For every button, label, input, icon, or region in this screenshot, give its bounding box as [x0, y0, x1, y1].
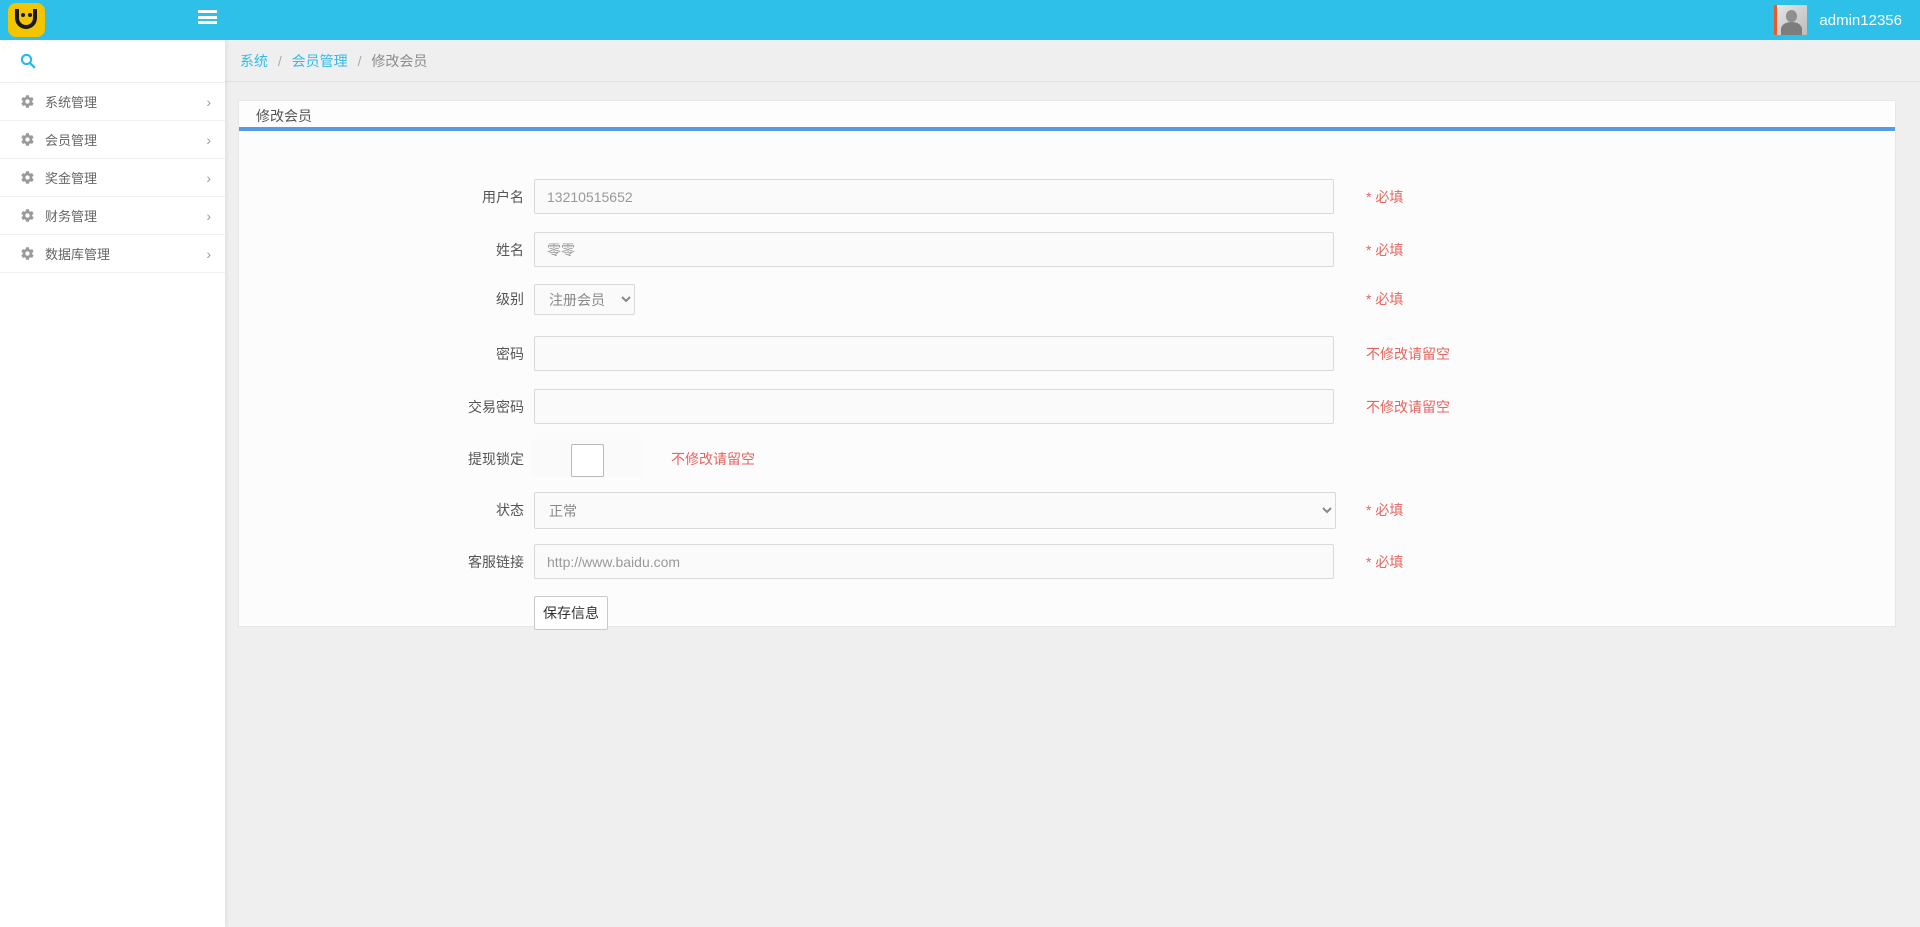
level-label: 级别	[239, 284, 524, 315]
sidebar-toggle-hamburger-icon[interactable]	[195, 10, 219, 30]
gear-icon	[20, 170, 35, 185]
sidebar-item-label: 财务管理	[45, 206, 206, 225]
sidebar-item-system-mgmt[interactable]: 系统管理 ›	[0, 83, 225, 121]
status-required-hint: * 必填	[1366, 492, 1403, 529]
password-hint: 不修改请留空	[1366, 336, 1450, 373]
sidebar-item-member-mgmt[interactable]: 会员管理 ›	[0, 121, 225, 159]
gear-icon	[20, 132, 35, 147]
edit-member-form: 用户名 * 必填 姓名 * 必填 级别 注册会员 * 必填 密码 不修改请留空 …	[239, 131, 1895, 623]
realname-input[interactable]	[534, 232, 1334, 267]
breadcrumb-separator: /	[278, 53, 282, 69]
save-button[interactable]: 保存信息	[534, 596, 608, 630]
withdraw-lock-label: 提现锁定	[239, 441, 524, 477]
level-select[interactable]: 注册会员	[534, 284, 635, 315]
level-required-hint: * 必填	[1366, 284, 1403, 315]
breadcrumb-separator: /	[358, 53, 362, 69]
service-link-label: 客服链接	[239, 544, 524, 581]
topbar: admin12356	[0, 0, 1920, 40]
trade-password-hint: 不修改请留空	[1366, 389, 1450, 426]
admin-app: admin12356 系统管理 › 会员管理 › 奖金管理 › 财务管理	[0, 0, 1920, 927]
sidebar-item-database-mgmt[interactable]: 数据库管理 ›	[0, 235, 225, 273]
chevron-right-icon: ›	[206, 171, 211, 185]
sidebar: 系统管理 › 会员管理 › 奖金管理 › 财务管理 › 数据库管理 ›	[0, 40, 225, 927]
chevron-right-icon: ›	[206, 95, 211, 109]
withdraw-lock-field	[531, 439, 644, 478]
realname-label: 姓名	[239, 232, 524, 269]
sidebar-search[interactable]	[0, 40, 225, 83]
search-icon[interactable]	[20, 53, 36, 69]
sidebar-item-label: 系统管理	[45, 92, 206, 111]
edit-member-panel: 修改会员 用户名 * 必填 姓名 * 必填 级别 注册会员 * 必填 密码	[238, 100, 1896, 627]
username-required-hint: * 必填	[1366, 179, 1403, 216]
username-label: 用户名	[239, 179, 524, 216]
withdraw-lock-hint: 不修改请留空	[671, 441, 755, 477]
brand-smiley-logo[interactable]	[8, 3, 45, 37]
status-label: 状态	[239, 492, 524, 529]
panel-title: 修改会员	[239, 101, 1895, 131]
logo-smile	[15, 9, 37, 29]
sidebar-item-label: 奖金管理	[45, 168, 206, 187]
breadcrumb: 系统 / 会员管理 / 修改会员	[225, 40, 1920, 82]
password-label: 密码	[239, 336, 524, 373]
username-label[interactable]: admin12356	[1819, 12, 1902, 29]
gear-icon	[20, 208, 35, 223]
breadcrumb-system-link[interactable]: 系统	[240, 53, 268, 69]
breadcrumb-member-mgmt-link[interactable]: 会员管理	[292, 53, 348, 69]
chevron-right-icon: ›	[206, 209, 211, 223]
withdraw-lock-input[interactable]	[571, 444, 604, 477]
service-link-input[interactable]	[534, 544, 1334, 579]
gear-icon	[20, 246, 35, 261]
avatar-silhouette-body	[1781, 22, 1802, 35]
user-avatar[interactable]	[1774, 5, 1807, 35]
realname-required-hint: * 必填	[1366, 232, 1403, 269]
chevron-right-icon: ›	[206, 247, 211, 261]
service-link-required-hint: * 必填	[1366, 544, 1403, 581]
username-input[interactable]	[534, 179, 1334, 214]
avatar-silhouette	[1786, 10, 1797, 22]
main-area: 系统 / 会员管理 / 修改会员 修改会员 用户名 * 必填 姓名 * 必填 级…	[225, 40, 1920, 927]
sidebar-item-finance-mgmt[interactable]: 财务管理 ›	[0, 197, 225, 235]
sidebar-item-label: 会员管理	[45, 130, 206, 149]
sidebar-item-label: 数据库管理	[45, 244, 206, 263]
gear-icon	[20, 94, 35, 109]
sidebar-item-bonus-mgmt[interactable]: 奖金管理 ›	[0, 159, 225, 197]
topbar-user-area[interactable]: admin12356	[1774, 0, 1902, 40]
breadcrumb-current-page: 修改会员	[371, 53, 427, 69]
chevron-right-icon: ›	[206, 133, 211, 147]
status-select[interactable]: 正常	[534, 492, 1336, 529]
trade-password-label: 交易密码	[239, 389, 524, 426]
password-input[interactable]	[534, 336, 1334, 371]
trade-password-input[interactable]	[534, 389, 1334, 424]
